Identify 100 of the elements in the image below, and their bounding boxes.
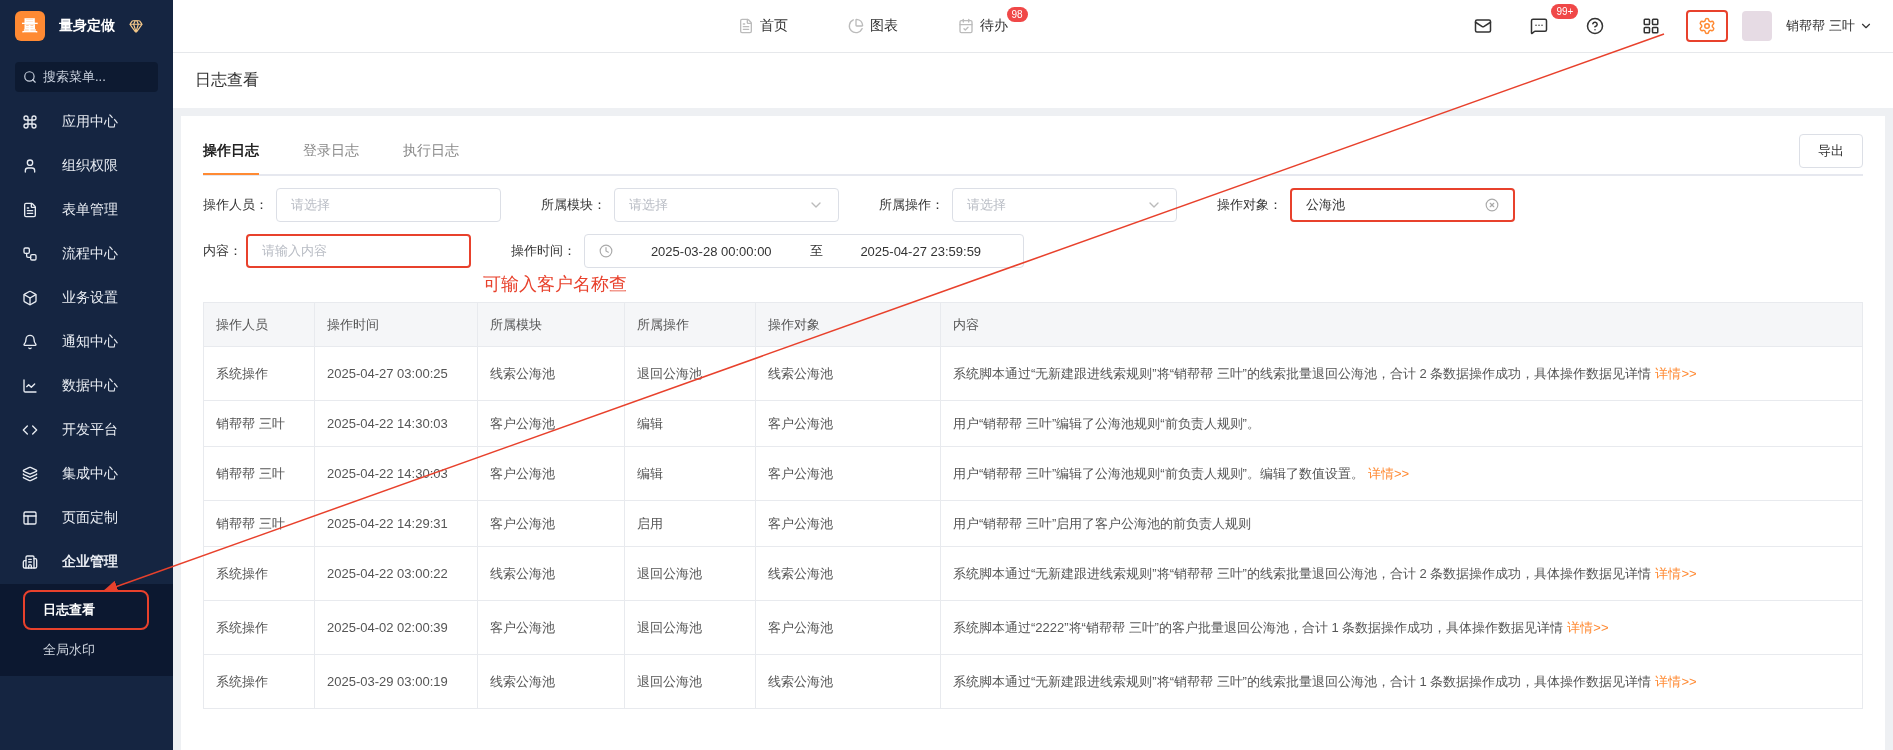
content-cell: 系统脚本通过“无新建跟进线索规则”将“销帮帮 三叶”的线索批量退回公海池，合计 1 条数据操作成功，具体操作数据见详情 详情>> <box>940 654 1863 709</box>
menu-search-field[interactable]: 搜索菜单... <box>15 62 158 92</box>
table-cell: 退回公海池 <box>624 600 756 655</box>
table-cell: 编辑 <box>624 446 756 501</box>
bell-icon <box>22 334 38 350</box>
content-cell: 用户“销帮帮 三叶”编辑了公海池规则“前负责人规则”。 <box>940 400 1863 447</box>
command-icon <box>22 114 38 130</box>
settings-button[interactable] <box>1686 10 1729 42</box>
tab[interactable]: 执行日志 <box>403 129 459 175</box>
search-icon <box>23 70 37 84</box>
count-badge: 98 <box>1006 7 1028 22</box>
input-field[interactable]: 公海池 <box>1290 188 1515 222</box>
content-cell: 系统脚本通过“无新建跟进线索规则”将“销帮帮 三叶”的线索批量退回公海池，合计 2 条数据操作成功，具体操作数据见详情 详情>> <box>940 346 1863 401</box>
sidebar-item[interactable]: 应用中心 <box>0 100 173 144</box>
table-cell: 2025-04-22 03:00:22 <box>314 546 478 601</box>
sidebar-item[interactable]: 数据中心 <box>0 364 173 408</box>
table-cell: 系统操作 <box>203 600 315 655</box>
document-icon <box>22 202 38 218</box>
table-cell: 线索公海池 <box>755 546 941 601</box>
table-cell: 线索公海池 <box>477 654 625 709</box>
content-cell: 系统脚本通过“无新建跟进线索规则”将“销帮帮 三叶”的线索批量退回公海池，合计 2 条数据操作成功，具体操作数据见详情 详情>> <box>940 546 1863 601</box>
sidebar-item[interactable]: 表单管理 <box>0 188 173 232</box>
date-range-field[interactable]: 2025-03-28 00:00:00 至 2025-04-27 23:59:59 <box>584 234 1024 268</box>
chat-icon <box>1530 17 1549 35</box>
top-nav-link[interactable]: 待办 <box>957 17 1008 35</box>
cube-icon <box>22 290 38 306</box>
table-cell: 2025-04-02 02:00:39 <box>314 600 478 655</box>
table-cell: 客户公海池 <box>755 446 941 501</box>
page-title: 日志查看 <box>195 70 259 90</box>
table-cell: 线索公海池 <box>755 346 941 401</box>
table-cell: 退回公海池 <box>624 346 756 401</box>
sidebar-item[interactable]: 集成中心 <box>0 452 173 496</box>
table-cell: 客户公海池 <box>477 446 625 501</box>
user-menu[interactable]: 销帮帮 三叶 <box>1786 17 1873 35</box>
layout-icon <box>22 510 38 526</box>
content-cell: 用户“销帮帮 三叶”编辑了公海池规则“前负责人规则”。编辑了数值设置。 详情>> <box>940 446 1863 501</box>
pie-chart-icon <box>847 18 864 34</box>
table-cell: 客户公海池 <box>477 400 625 447</box>
settings-icon <box>1698 17 1717 35</box>
sidebar-item[interactable]: 页面定制 <box>0 496 173 540</box>
brand-name: 量身定做 <box>59 17 115 35</box>
table-cell: 系统操作 <box>203 654 315 709</box>
table-cell: 2025-04-27 03:00:25 <box>314 346 478 401</box>
filter-label: 操作时间： <box>511 242 576 260</box>
page-icon <box>737 18 754 34</box>
clock-icon <box>599 244 613 258</box>
code-icon <box>22 422 38 438</box>
sidebar-item[interactable]: 流程中心 <box>0 232 173 276</box>
sidebar-item[interactable]: 组织权限 <box>0 144 173 188</box>
table-cell: 系统操作 <box>203 546 315 601</box>
mail-icon <box>1474 17 1493 35</box>
line-chart-icon <box>22 378 38 394</box>
count-badge: 99+ <box>1551 4 1579 19</box>
column-header: 所属操作 <box>624 302 756 347</box>
table-cell: 客户公海池 <box>755 600 941 655</box>
user-icon <box>22 158 38 174</box>
filter-label: 内容： <box>203 242 242 260</box>
filter-label: 操作对象： <box>1217 196 1282 214</box>
sidebar-item[interactable]: 业务设置 <box>0 276 173 320</box>
layers-icon <box>22 466 38 482</box>
table-cell: 2025-04-22 14:30:03 <box>314 400 478 447</box>
table-cell: 线索公海池 <box>755 654 941 709</box>
column-header: 操作对象 <box>755 302 941 347</box>
table-cell: 退回公海池 <box>624 546 756 601</box>
table-cell: 线索公海池 <box>477 346 625 401</box>
sidebar-item[interactable]: 通知中心 <box>0 320 173 364</box>
filter-label: 操作人员： <box>203 196 268 214</box>
filter-label: 所属操作： <box>879 196 944 214</box>
tab[interactable]: 操作日志 <box>203 129 259 175</box>
content-cell: 用户“销帮帮 三叶”启用了客户公海池的前负责人规则 <box>940 500 1863 547</box>
export-button[interactable]: 导出 <box>1799 134 1863 168</box>
table-cell: 销帮帮 三叶 <box>203 446 315 501</box>
sidebar-subitem[interactable]: 日志查看 <box>25 592 147 628</box>
table-cell: 销帮帮 三叶 <box>203 500 315 547</box>
tab[interactable]: 登录日志 <box>303 129 359 175</box>
table-cell: 线索公海池 <box>477 546 625 601</box>
table-cell: 2025-04-22 14:29:31 <box>314 500 478 547</box>
calendar-icon <box>957 18 974 34</box>
diamond-icon <box>129 19 143 33</box>
column-header: 操作人员 <box>203 302 315 347</box>
content-cell: 系统脚本通过“2222”将“销帮帮 三叶”的客户批量退回公海池，合计 1 条数据操作成功，具体操作数据见详情 详情>> <box>940 600 1863 655</box>
filter-label: 所属模块： <box>541 196 606 214</box>
table-cell: 系统操作 <box>203 346 315 401</box>
table-cell: 客户公海池 <box>477 500 625 547</box>
flow-icon <box>22 246 38 262</box>
top-nav-link[interactable]: 首页 <box>737 17 788 35</box>
help-icon <box>1586 17 1605 35</box>
table-cell: 客户公海池 <box>755 500 941 547</box>
sidebar-subitem[interactable]: 全局水印 <box>25 632 147 668</box>
top-nav-link[interactable]: 图表 <box>847 17 898 35</box>
table-cell: 启用 <box>624 500 756 547</box>
column-header: 内容 <box>940 302 1863 347</box>
grid-icon <box>1642 17 1661 35</box>
column-header: 操作时间 <box>314 302 478 347</box>
table-cell: 编辑 <box>624 400 756 447</box>
sidebar-item[interactable]: 开发平台 <box>0 408 173 452</box>
table-cell: 客户公海池 <box>755 400 941 447</box>
table-cell: 退回公海池 <box>624 654 756 709</box>
sidebar-item[interactable]: 企业管理 <box>0 540 173 584</box>
table-cell: 客户公海池 <box>477 600 625 655</box>
